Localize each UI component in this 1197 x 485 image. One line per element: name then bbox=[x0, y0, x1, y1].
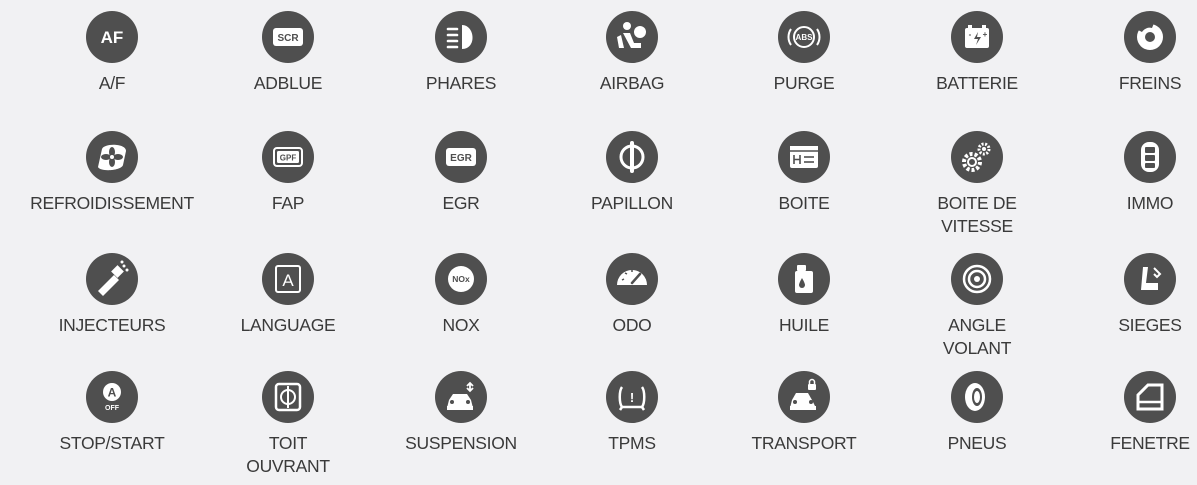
function-label: FREINS bbox=[1118, 73, 1182, 93]
function-label: FENETRE bbox=[1110, 433, 1190, 453]
svg-text:SCR: SCR bbox=[277, 33, 299, 44]
function-label: LANGUAGE bbox=[240, 315, 336, 335]
function-tile-batterie[interactable]: - + BATTERIE bbox=[887, 11, 1067, 95]
function-tile-sieges[interactable]: SIEGES bbox=[1060, 253, 1197, 337]
svg-text:A: A bbox=[282, 271, 294, 290]
function-label: AIRBAG bbox=[599, 73, 665, 93]
function-tile-airbag[interactable]: AIRBAG bbox=[542, 11, 722, 95]
function-label: SUSPENSION bbox=[405, 433, 517, 453]
language-icon: A bbox=[262, 253, 314, 305]
steering-angle-icon bbox=[951, 253, 1003, 305]
sunroof-icon bbox=[262, 371, 314, 423]
scr-icon: SCR bbox=[262, 11, 314, 63]
svg-text:A: A bbox=[108, 386, 117, 400]
cooling-fan-icon bbox=[86, 131, 138, 183]
function-tile-boite-de-vitesse[interactable]: BOITE DE VITESSE bbox=[887, 131, 1067, 238]
function-tile-nox[interactable]: NOx NOX bbox=[371, 253, 551, 337]
svg-text:EGR: EGR bbox=[450, 153, 472, 164]
window-icon bbox=[1124, 371, 1176, 423]
function-tile-language[interactable]: A LANGUAGE bbox=[198, 253, 378, 337]
oil-can-icon bbox=[778, 253, 830, 305]
function-tile-pneus[interactable]: PNEUS bbox=[887, 371, 1067, 455]
abs-icon: ABS bbox=[778, 11, 830, 63]
function-label: FAP bbox=[271, 193, 305, 213]
function-tile-toit-ouvrant[interactable]: TOIT OUVRANT bbox=[198, 371, 378, 478]
seat-icon bbox=[1124, 253, 1176, 305]
function-tile-a-f[interactable]: AF A/F bbox=[22, 11, 202, 95]
function-tile-papillon[interactable]: PAPILLON bbox=[542, 131, 722, 215]
svg-text:AF: AF bbox=[101, 28, 124, 47]
headlight-icon bbox=[435, 11, 487, 63]
car-key-icon bbox=[1124, 131, 1176, 183]
function-label: HUILE bbox=[778, 315, 830, 335]
throttle-icon bbox=[606, 131, 658, 183]
function-tile-purge[interactable]: ABS PURGE bbox=[714, 11, 894, 95]
function-label: TOIT OUVRANT bbox=[246, 433, 330, 476]
suspension-icon bbox=[435, 371, 487, 423]
tpms-icon: ! bbox=[606, 371, 658, 423]
function-tile-tpms[interactable]: ! TPMS bbox=[542, 371, 722, 455]
function-label: INJECTEURS bbox=[58, 315, 166, 335]
function-tile-huile[interactable]: HUILE bbox=[714, 253, 894, 337]
battery-icon: - + bbox=[951, 11, 1003, 63]
svg-text:GPF: GPF bbox=[280, 154, 297, 163]
function-tile-freins[interactable]: FREINS bbox=[1060, 11, 1197, 95]
function-label: TRANSPORT bbox=[751, 433, 857, 453]
function-tile-stop-start[interactable]: A OFF STOP/START bbox=[22, 371, 202, 455]
function-label: PURGE bbox=[773, 73, 835, 93]
stop-start-icon: A OFF bbox=[86, 371, 138, 423]
function-label: BATTERIE bbox=[936, 73, 1018, 93]
function-label: BOITE DE VITESSE bbox=[937, 193, 1017, 236]
svg-text:-: - bbox=[969, 30, 972, 39]
function-label: ADBLUE bbox=[253, 73, 323, 93]
airbag-icon bbox=[606, 11, 658, 63]
function-label: PHARES bbox=[425, 73, 497, 93]
function-tile-transport[interactable]: TRANSPORT bbox=[714, 371, 894, 455]
svg-text:+: + bbox=[983, 30, 988, 39]
function-tile-refroidissement[interactable]: REFROIDISSEMENT bbox=[22, 131, 202, 215]
function-tile-boite[interactable]: BOITE bbox=[714, 131, 894, 215]
function-label: REFROIDISSEMENT bbox=[30, 193, 194, 213]
function-label: SIEGES bbox=[1118, 315, 1182, 335]
transport-mode-icon bbox=[778, 371, 830, 423]
function-label: ANGLE VOLANT bbox=[942, 315, 1012, 358]
svg-text:NOx: NOx bbox=[452, 274, 470, 284]
nox-icon: NOx bbox=[435, 253, 487, 305]
function-label: BOITE bbox=[778, 193, 830, 213]
function-tile-angle-volant[interactable]: ANGLE VOLANT bbox=[887, 253, 1067, 360]
function-tile-fap[interactable]: GPF FAP bbox=[198, 131, 378, 215]
function-tile-phares[interactable]: PHARES bbox=[371, 11, 551, 95]
function-tile-fenetre[interactable]: FENETRE bbox=[1060, 371, 1197, 455]
function-label: TPMS bbox=[608, 433, 656, 453]
function-label: STOP/START bbox=[59, 433, 165, 453]
function-grid: AF A/F SCR ADBLUE PHARES AIRBAG ABS PURGE - + BATT… bbox=[0, 0, 1197, 485]
function-label: IMMO bbox=[1126, 193, 1174, 213]
function-label: PAPILLON bbox=[591, 193, 673, 213]
af-icon: AF bbox=[86, 11, 138, 63]
function-tile-immo[interactable]: IMMO bbox=[1060, 131, 1197, 215]
function-tile-egr[interactable]: EGR EGR bbox=[371, 131, 551, 215]
function-tile-injecteurs[interactable]: INJECTEURS bbox=[22, 253, 202, 337]
gears-icon bbox=[951, 131, 1003, 183]
svg-text:OFF: OFF bbox=[105, 405, 120, 412]
injector-icon bbox=[86, 253, 138, 305]
function-label: EGR bbox=[442, 193, 480, 213]
egr-icon: EGR bbox=[435, 131, 487, 183]
function-tile-suspension[interactable]: SUSPENSION bbox=[371, 371, 551, 455]
function-tile-adblue[interactable]: SCR ADBLUE bbox=[198, 11, 378, 95]
function-label: PNEUS bbox=[947, 433, 1007, 453]
function-label: ODO bbox=[612, 315, 652, 335]
function-tile-odo[interactable]: ODO bbox=[542, 253, 722, 337]
svg-text:ABS: ABS bbox=[796, 33, 814, 42]
function-label: NOX bbox=[442, 315, 480, 335]
svg-text:!: ! bbox=[630, 390, 634, 405]
tire-icon bbox=[951, 371, 1003, 423]
function-label: A/F bbox=[98, 73, 126, 93]
odometer-icon bbox=[606, 253, 658, 305]
brake-disc-icon bbox=[1124, 11, 1176, 63]
gearbox-screen-icon bbox=[778, 131, 830, 183]
gpf-icon: GPF bbox=[262, 131, 314, 183]
